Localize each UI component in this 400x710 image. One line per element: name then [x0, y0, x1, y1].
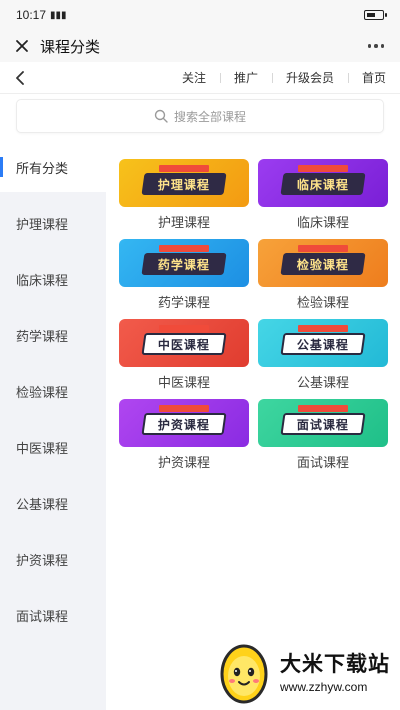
course-banner: 药学课程 — [119, 239, 249, 287]
course-label: 公基课程 — [296, 375, 349, 390]
banner-title: 护理课程 — [157, 177, 210, 192]
page-title: 课程分类 — [40, 38, 101, 56]
course-label: 面试课程 — [296, 455, 349, 470]
banner-title: 中医课程 — [157, 337, 210, 352]
course-label: 护理课程 — [157, 215, 210, 230]
status-left: 10:17 ▮▮▮ — [16, 8, 67, 22]
banner-title: 药学课程 — [157, 257, 210, 272]
status-bar: 10:17 ▮▮▮ — [0, 0, 400, 30]
watermark-logo: 大米下载站 www.zzhyw.com — [214, 636, 400, 706]
category-sidebar: 所有分类 护理课程 临床课程 药学课程 检验课程 中医课程 公基课程 护资课程 … — [0, 142, 106, 710]
course-grid: 护理课程 护理课程 临床课程 临床课程 药学课程 药学课程 检验课程 检验课程 … — [106, 142, 400, 710]
sidebar-item-public-basics[interactable]: 公基课程 — [0, 478, 106, 528]
course-card-public-basics[interactable]: 公基课程 公基课程 — [258, 319, 388, 393]
signal-icon: ▮▮▮ — [50, 9, 67, 21]
course-card-nursing[interactable]: 护理课程 护理课程 — [119, 159, 249, 233]
course-banner: 临床课程 — [258, 159, 388, 207]
search-placeholder: 搜索全部课程 — [173, 109, 246, 124]
close-icon[interactable] — [10, 34, 34, 58]
sidebar-item-nursing[interactable]: 护理课程 — [0, 198, 106, 248]
nav-bar: 关注 推广 升级会员 首页 — [0, 62, 400, 94]
banner-title: 面试课程 — [296, 417, 349, 432]
status-time: 10:17 — [16, 8, 47, 22]
watermark-url: www.zzhyw.com — [280, 680, 368, 694]
title-bar: 课程分类 — [0, 30, 400, 62]
search-icon — [154, 109, 168, 123]
course-label: 药学课程 — [157, 295, 210, 310]
nav-link-promote[interactable]: 推广 — [219, 62, 272, 94]
search-area: 搜索全部课程 — [0, 94, 400, 140]
course-label: 临床课程 — [296, 215, 349, 230]
banner-title: 护资课程 — [157, 417, 210, 432]
course-card-nursing-qualification[interactable]: 护资课程 护资课程 — [119, 399, 249, 473]
sidebar-item-interview[interactable]: 面试课程 — [0, 590, 106, 640]
search-input[interactable]: 搜索全部课程 — [16, 99, 384, 133]
sidebar-item-pharmacy[interactable]: 药学课程 — [0, 310, 106, 360]
banner-title: 检验课程 — [296, 257, 349, 272]
course-card-tcm[interactable]: 中医课程 中医课程 — [119, 319, 249, 393]
course-banner: 护理课程 — [119, 159, 249, 207]
sidebar-item-nursing-qualification[interactable]: 护资课程 — [0, 534, 106, 584]
rice-mascot-icon — [220, 644, 268, 704]
nav-link-upgrade-member[interactable]: 升级会员 — [271, 62, 348, 94]
watermark-name: 大米下载站 — [280, 653, 390, 676]
sidebar-item-all[interactable]: 所有分类 — [0, 142, 106, 192]
sidebar-item-tcm[interactable]: 中医课程 — [0, 422, 106, 472]
course-label: 护资课程 — [157, 455, 210, 470]
course-banner: 中医课程 — [119, 319, 249, 367]
nav-links: 关注 推广 升级会员 首页 — [168, 62, 400, 94]
back-icon[interactable] — [0, 62, 40, 94]
banner-title: 公基课程 — [296, 337, 349, 352]
course-card-pharmacy[interactable]: 药学课程 药学课程 — [119, 239, 249, 313]
course-banner: 护资课程 — [119, 399, 249, 447]
watermark-text: 大米下载站 www.zzhyw.com — [280, 648, 390, 694]
sidebar-item-clinical[interactable]: 临床课程 — [0, 254, 106, 304]
battery-icon — [364, 10, 387, 20]
course-card-laboratory[interactable]: 检验课程 检验课程 — [258, 239, 388, 313]
course-card-interview[interactable]: 面试课程 面试课程 — [258, 399, 388, 473]
course-label: 检验课程 — [296, 295, 349, 310]
course-label: 中医课程 — [157, 375, 210, 390]
course-banner: 检验课程 — [258, 239, 388, 287]
course-banner: 面试课程 — [258, 399, 388, 447]
nav-link-home[interactable]: 首页 — [347, 62, 400, 94]
course-card-clinical[interactable]: 临床课程 临床课程 — [258, 159, 388, 233]
more-icon[interactable] — [362, 34, 390, 58]
course-banner: 公基课程 — [258, 319, 388, 367]
banner-title: 临床课程 — [296, 177, 349, 192]
sidebar-item-laboratory[interactable]: 检验课程 — [0, 366, 106, 416]
nav-link-follow[interactable]: 关注 — [168, 62, 220, 94]
